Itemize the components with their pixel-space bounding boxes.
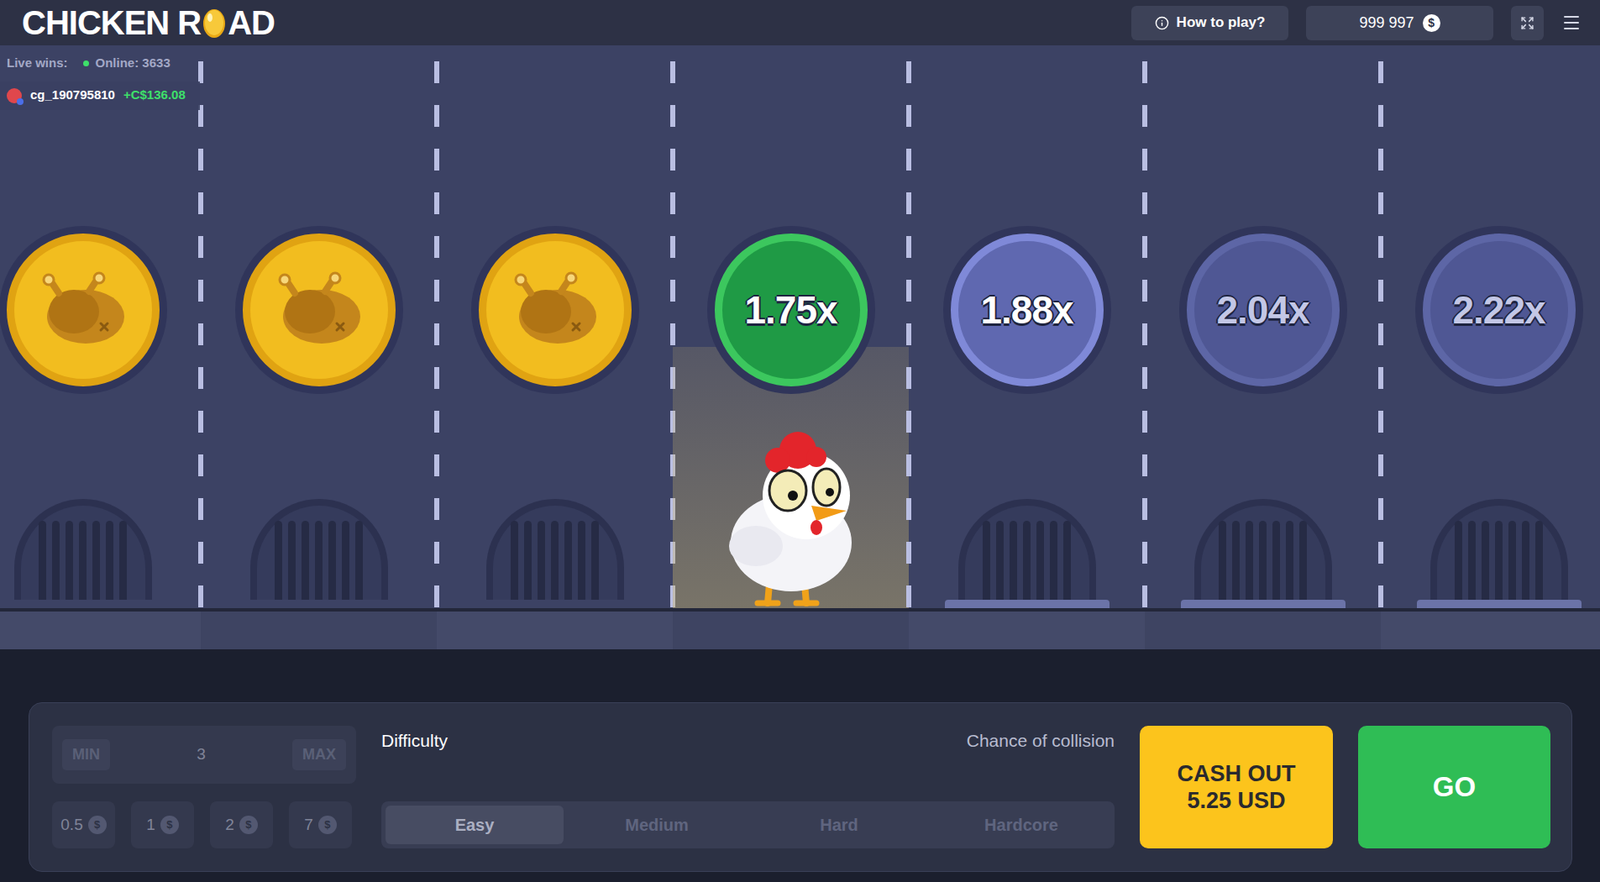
bet-controls: MIN3MAX 0.5$ 1$ 2$ 7$	[52, 725, 357, 849]
egg-icon	[201, 6, 227, 39]
road-segment	[0, 608, 201, 650]
multiplier-coin: 2.22x	[1415, 225, 1584, 394]
multiplier-coin	[0, 225, 168, 394]
difficulty-selector: EasyMediumHardHardcore	[381, 801, 1115, 849]
avatar-icon	[6, 88, 22, 104]
app: CHICKEN RAD How to play? 999 997$ 1.75x 1.88…	[0, 0, 1600, 882]
difficulty-option[interactable]: Easy	[385, 805, 564, 845]
info-icon	[1154, 15, 1170, 31]
multiplier-coin	[471, 225, 640, 394]
roast-chicken-icon	[269, 269, 369, 351]
online-dot	[83, 60, 90, 67]
sewer-grate	[0, 498, 166, 609]
difficulty-option[interactable]: Hard	[750, 805, 929, 845]
bet-preset[interactable]: 0.5$	[52, 801, 116, 849]
lane-divider	[906, 61, 912, 609]
road-segment	[1144, 608, 1381, 650]
difficulty-option[interactable]: Medium	[567, 805, 746, 845]
logo: CHICKEN RAD	[21, 0, 275, 48]
difficulty: DifficultyChance of collisionEasyMediumH…	[381, 725, 1115, 849]
min-button[interactable]: MIN	[62, 739, 111, 771]
control-panel: MIN3MAX 0.5$ 1$ 2$ 7$ DifficultyChance of col…	[28, 702, 1573, 872]
bet-preset[interactable]: 2$	[209, 801, 273, 849]
expand-icon	[1520, 15, 1535, 31]
fullscreen-button[interactable]	[1510, 5, 1544, 41]
road-segment	[1380, 608, 1600, 650]
menu-button[interactable]	[1561, 12, 1582, 33]
top-bar: CHICKEN RAD How to play? 999 997$	[0, 0, 1600, 46]
lane: 1.88x	[908, 45, 1145, 650]
road-segment	[200, 608, 437, 650]
multiplier-coin: 1.75x	[707, 225, 876, 394]
road-segment	[436, 608, 673, 650]
chicken-icon	[707, 423, 876, 609]
lane-divider	[434, 61, 440, 609]
sewer-grate	[1416, 498, 1582, 609]
bet-input[interactable]: MIN3MAX	[52, 725, 357, 784]
how-to-play-button[interactable]: How to play?	[1131, 5, 1289, 41]
lane	[200, 45, 437, 650]
currency-badge: $	[1422, 14, 1441, 32]
lane	[0, 45, 201, 650]
roast-chicken-icon	[33, 269, 133, 351]
multiplier-coin: 2.04x	[1179, 225, 1348, 394]
bet-preset[interactable]: 1$	[131, 801, 195, 849]
lane	[436, 45, 673, 650]
multiplier-coin	[235, 225, 404, 394]
lane: 1.75x	[672, 45, 909, 650]
sewer-grate	[236, 498, 402, 609]
sewer-grate	[472, 498, 638, 609]
bet-preset[interactable]: 7$	[288, 801, 352, 849]
balance: 999 997$	[1306, 5, 1494, 41]
live-wins: Live wins:Online: 3633cg_190795810+C$136…	[0, 53, 200, 111]
lane-divider	[198, 61, 204, 609]
lane: 2.22x	[1380, 45, 1600, 650]
go-button[interactable]: GO	[1358, 725, 1551, 849]
live-win-row: cg_190795810+C$136.08	[0, 81, 200, 111]
difficulty-option[interactable]: Hardcore	[932, 805, 1111, 845]
roast-chicken-icon	[505, 269, 605, 351]
cash-out-button[interactable]: CASH OUT5.25 USD	[1139, 725, 1333, 849]
sewer-grate	[944, 498, 1110, 609]
multiplier-coin: 1.88x	[943, 225, 1112, 394]
road-segment	[908, 608, 1145, 650]
game-field: 1.75x 1.88x 2.04x 2.22x Live wins:Online: 36…	[0, 45, 1600, 650]
max-button[interactable]: MAX	[292, 739, 347, 771]
menu-icon	[1561, 12, 1582, 33]
lane-divider	[1142, 61, 1148, 609]
road-segment	[672, 608, 909, 650]
sewer-grate	[1180, 498, 1346, 609]
lane: 2.04x	[1144, 45, 1381, 650]
lane-divider	[1378, 61, 1384, 609]
